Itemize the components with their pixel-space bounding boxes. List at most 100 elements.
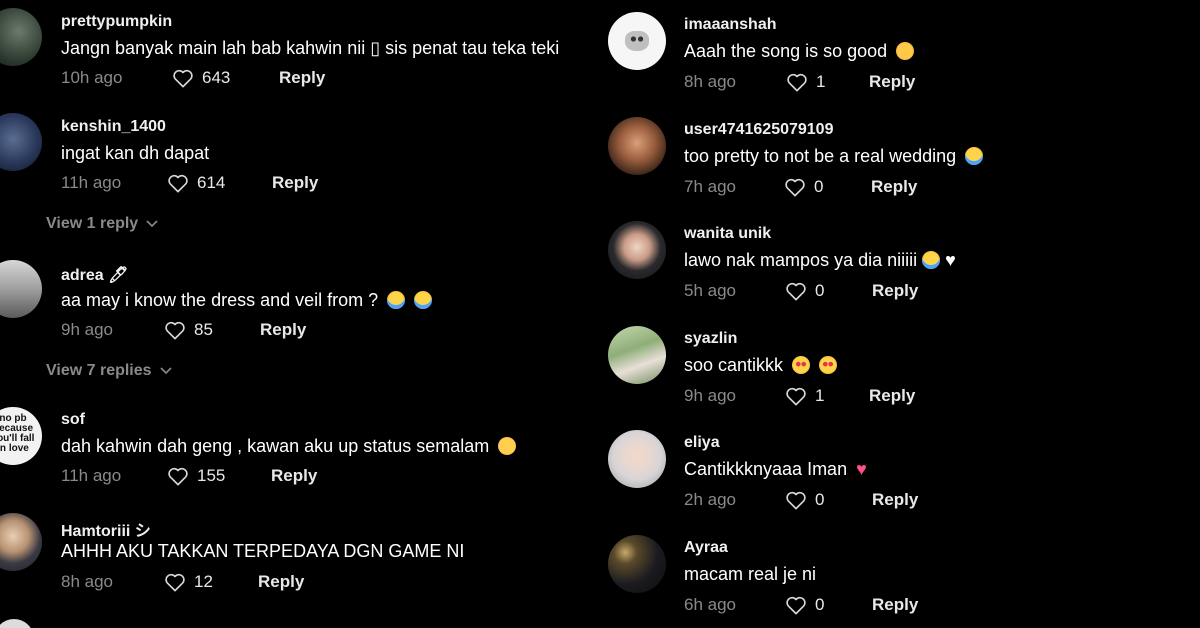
like-button[interactable]: 0 — [785, 281, 824, 301]
like-button[interactable]: 85 — [164, 320, 213, 340]
growing-heart-icon: ♥ — [856, 459, 867, 479]
comment-time: 7h ago — [684, 177, 736, 196]
like-button[interactable]: 1 — [785, 386, 824, 406]
avatar[interactable] — [608, 117, 666, 175]
comment-text: lawo nak mampos ya dia niiiii ♥ — [684, 250, 956, 271]
comment-text: Jangn banyak main lah bab kahwin nii ▯ s… — [61, 38, 560, 58]
comment-text-content: lawo nak mampos ya dia niiiii — [684, 250, 918, 270]
comment-username[interactable]: syazlin — [684, 330, 737, 348]
avatar-caption: no pb because you'll fall in love — [0, 413, 35, 454]
comment-username[interactable]: prettypumpkin — [61, 13, 172, 31]
like-button[interactable]: 155 — [167, 466, 225, 486]
heart-outline-icon — [785, 178, 805, 197]
like-button[interactable]: 614 — [167, 173, 225, 193]
like-count: 85 — [194, 320, 213, 339]
like-button[interactable]: 0 — [785, 490, 824, 510]
heart-outline-icon — [173, 69, 193, 88]
comment-item: no pb because you'll fall in love sof da… — [0, 399, 600, 499]
heart-outline-icon — [786, 596, 806, 615]
comment-username[interactable]: Ayraa — [684, 539, 728, 557]
comment-text: Aaah the song is so good — [684, 41, 915, 62]
like-count: 643 — [202, 68, 231, 87]
avatar[interactable] — [608, 12, 666, 70]
comment-time: 11h ago — [61, 466, 122, 485]
heart-outline-icon — [165, 573, 185, 592]
crying-face-emoji-icon — [965, 147, 984, 165]
chevron-down-icon — [159, 367, 172, 375]
comment-username[interactable]: kenshin_1400 — [61, 118, 166, 136]
white-heart-icon: ♥ — [945, 250, 956, 270]
reply-button[interactable]: Reply — [279, 68, 325, 88]
comment-time: 6h ago — [684, 595, 736, 614]
like-count: 0 — [814, 177, 824, 196]
avatar[interactable] — [0, 113, 42, 171]
flushed-face-emoji-icon — [498, 437, 517, 455]
view-replies-label: View 7 replies — [46, 362, 152, 379]
comment-username[interactable]: adrea 🖊 — [61, 265, 128, 285]
comment-time: 2h ago — [684, 490, 736, 509]
comment-text: too pretty to not be a real wedding — [684, 146, 984, 167]
like-count: 614 — [197, 173, 226, 192]
comment-time: 8h ago — [684, 72, 736, 91]
like-count: 0 — [815, 490, 825, 509]
view-replies-button[interactable]: View 1 reply — [46, 215, 158, 233]
like-button[interactable]: 643 — [172, 68, 230, 88]
avatar[interactable] — [608, 221, 666, 279]
comment-username[interactable]: eliya — [684, 434, 720, 452]
reply-button[interactable]: Reply — [869, 72, 915, 92]
chevron-down-icon — [146, 220, 158, 228]
avatar[interactable] — [0, 260, 42, 318]
reply-button[interactable]: Reply — [872, 595, 918, 615]
reply-button[interactable]: Reply — [869, 386, 915, 406]
like-button[interactable]: 0 — [785, 595, 824, 615]
crying-face-emoji-icon — [387, 291, 406, 309]
comment-item: syazlin soo cantikkk 9h ago 1 Reply — [608, 315, 1200, 415]
reply-button[interactable]: Reply — [260, 320, 306, 340]
comment-username[interactable]: sof — [61, 411, 85, 429]
reply-button[interactable]: Reply — [871, 177, 917, 197]
comment-time: 10h ago — [61, 68, 123, 87]
comment-item: imaaanshah Aaah the song is so good 8h a… — [608, 0, 1200, 100]
avatar[interactable] — [0, 619, 34, 628]
comment-text-content: dah kahwin dah geng , kawan aku up statu… — [61, 436, 490, 456]
comment-text: ingat kan dh dapat — [61, 143, 210, 163]
comment-text: Cantikkknyaaa Iman ♥ — [684, 459, 867, 480]
comment-item: adrea 🖊 aa may i know the dress and veil… — [0, 252, 600, 387]
comment-text: dah kahwin dah geng , kawan aku up statu… — [61, 436, 517, 457]
crying-face-emoji-icon — [414, 291, 433, 309]
like-button[interactable]: 12 — [164, 572, 213, 592]
like-count: 12 — [194, 572, 213, 591]
avatar-cat-image — [625, 31, 649, 51]
avatar[interactable]: no pb because you'll fall in love — [0, 407, 42, 465]
comment-item: eliya Cantikkknyaaa Iman ♥ 2h ago 0 Repl… — [608, 420, 1200, 520]
reply-button[interactable]: Reply — [272, 173, 318, 193]
view-replies-button[interactable]: View 7 replies — [46, 362, 172, 380]
comment-item: Hamtoriii シ AHHH AKU TAKKAN TERPEDAYA DG… — [0, 505, 600, 605]
comment-username[interactable]: wanita unik — [684, 225, 771, 243]
avatar[interactable] — [608, 535, 666, 593]
reply-button[interactable]: Reply — [872, 281, 918, 301]
crying-face-emoji-icon — [922, 251, 941, 269]
like-count: 0 — [815, 595, 825, 614]
comment-time: 11h ago — [61, 173, 122, 192]
comment-username[interactable]: imaaanshah — [684, 16, 776, 34]
comment-text: macam real je ni — [684, 564, 817, 584]
comment-username[interactable]: Hamtoriii シ — [61, 517, 151, 541]
like-count: 155 — [197, 466, 226, 485]
comment-username[interactable]: user4741625079109 — [684, 121, 833, 139]
avatar[interactable] — [608, 430, 666, 488]
heart-eyes-emoji-icon — [819, 356, 838, 374]
like-count: 0 — [815, 281, 825, 300]
like-button[interactable]: 0 — [784, 177, 823, 197]
avatar[interactable] — [608, 326, 666, 384]
reply-button[interactable]: Reply — [271, 466, 317, 486]
comment-time: 9h ago — [684, 386, 736, 405]
right-comment-column: imaaanshah Aaah the song is so good 8h a… — [608, 0, 1200, 628]
reply-button[interactable]: Reply — [872, 490, 918, 510]
reply-button[interactable]: Reply — [258, 572, 304, 592]
avatar[interactable] — [0, 513, 42, 571]
like-count: 1 — [815, 386, 825, 405]
comment-item: prettypumpkin Jangn banyak main lah bab … — [0, 0, 600, 100]
avatar[interactable] — [0, 8, 42, 66]
like-button[interactable]: 1 — [786, 72, 825, 92]
